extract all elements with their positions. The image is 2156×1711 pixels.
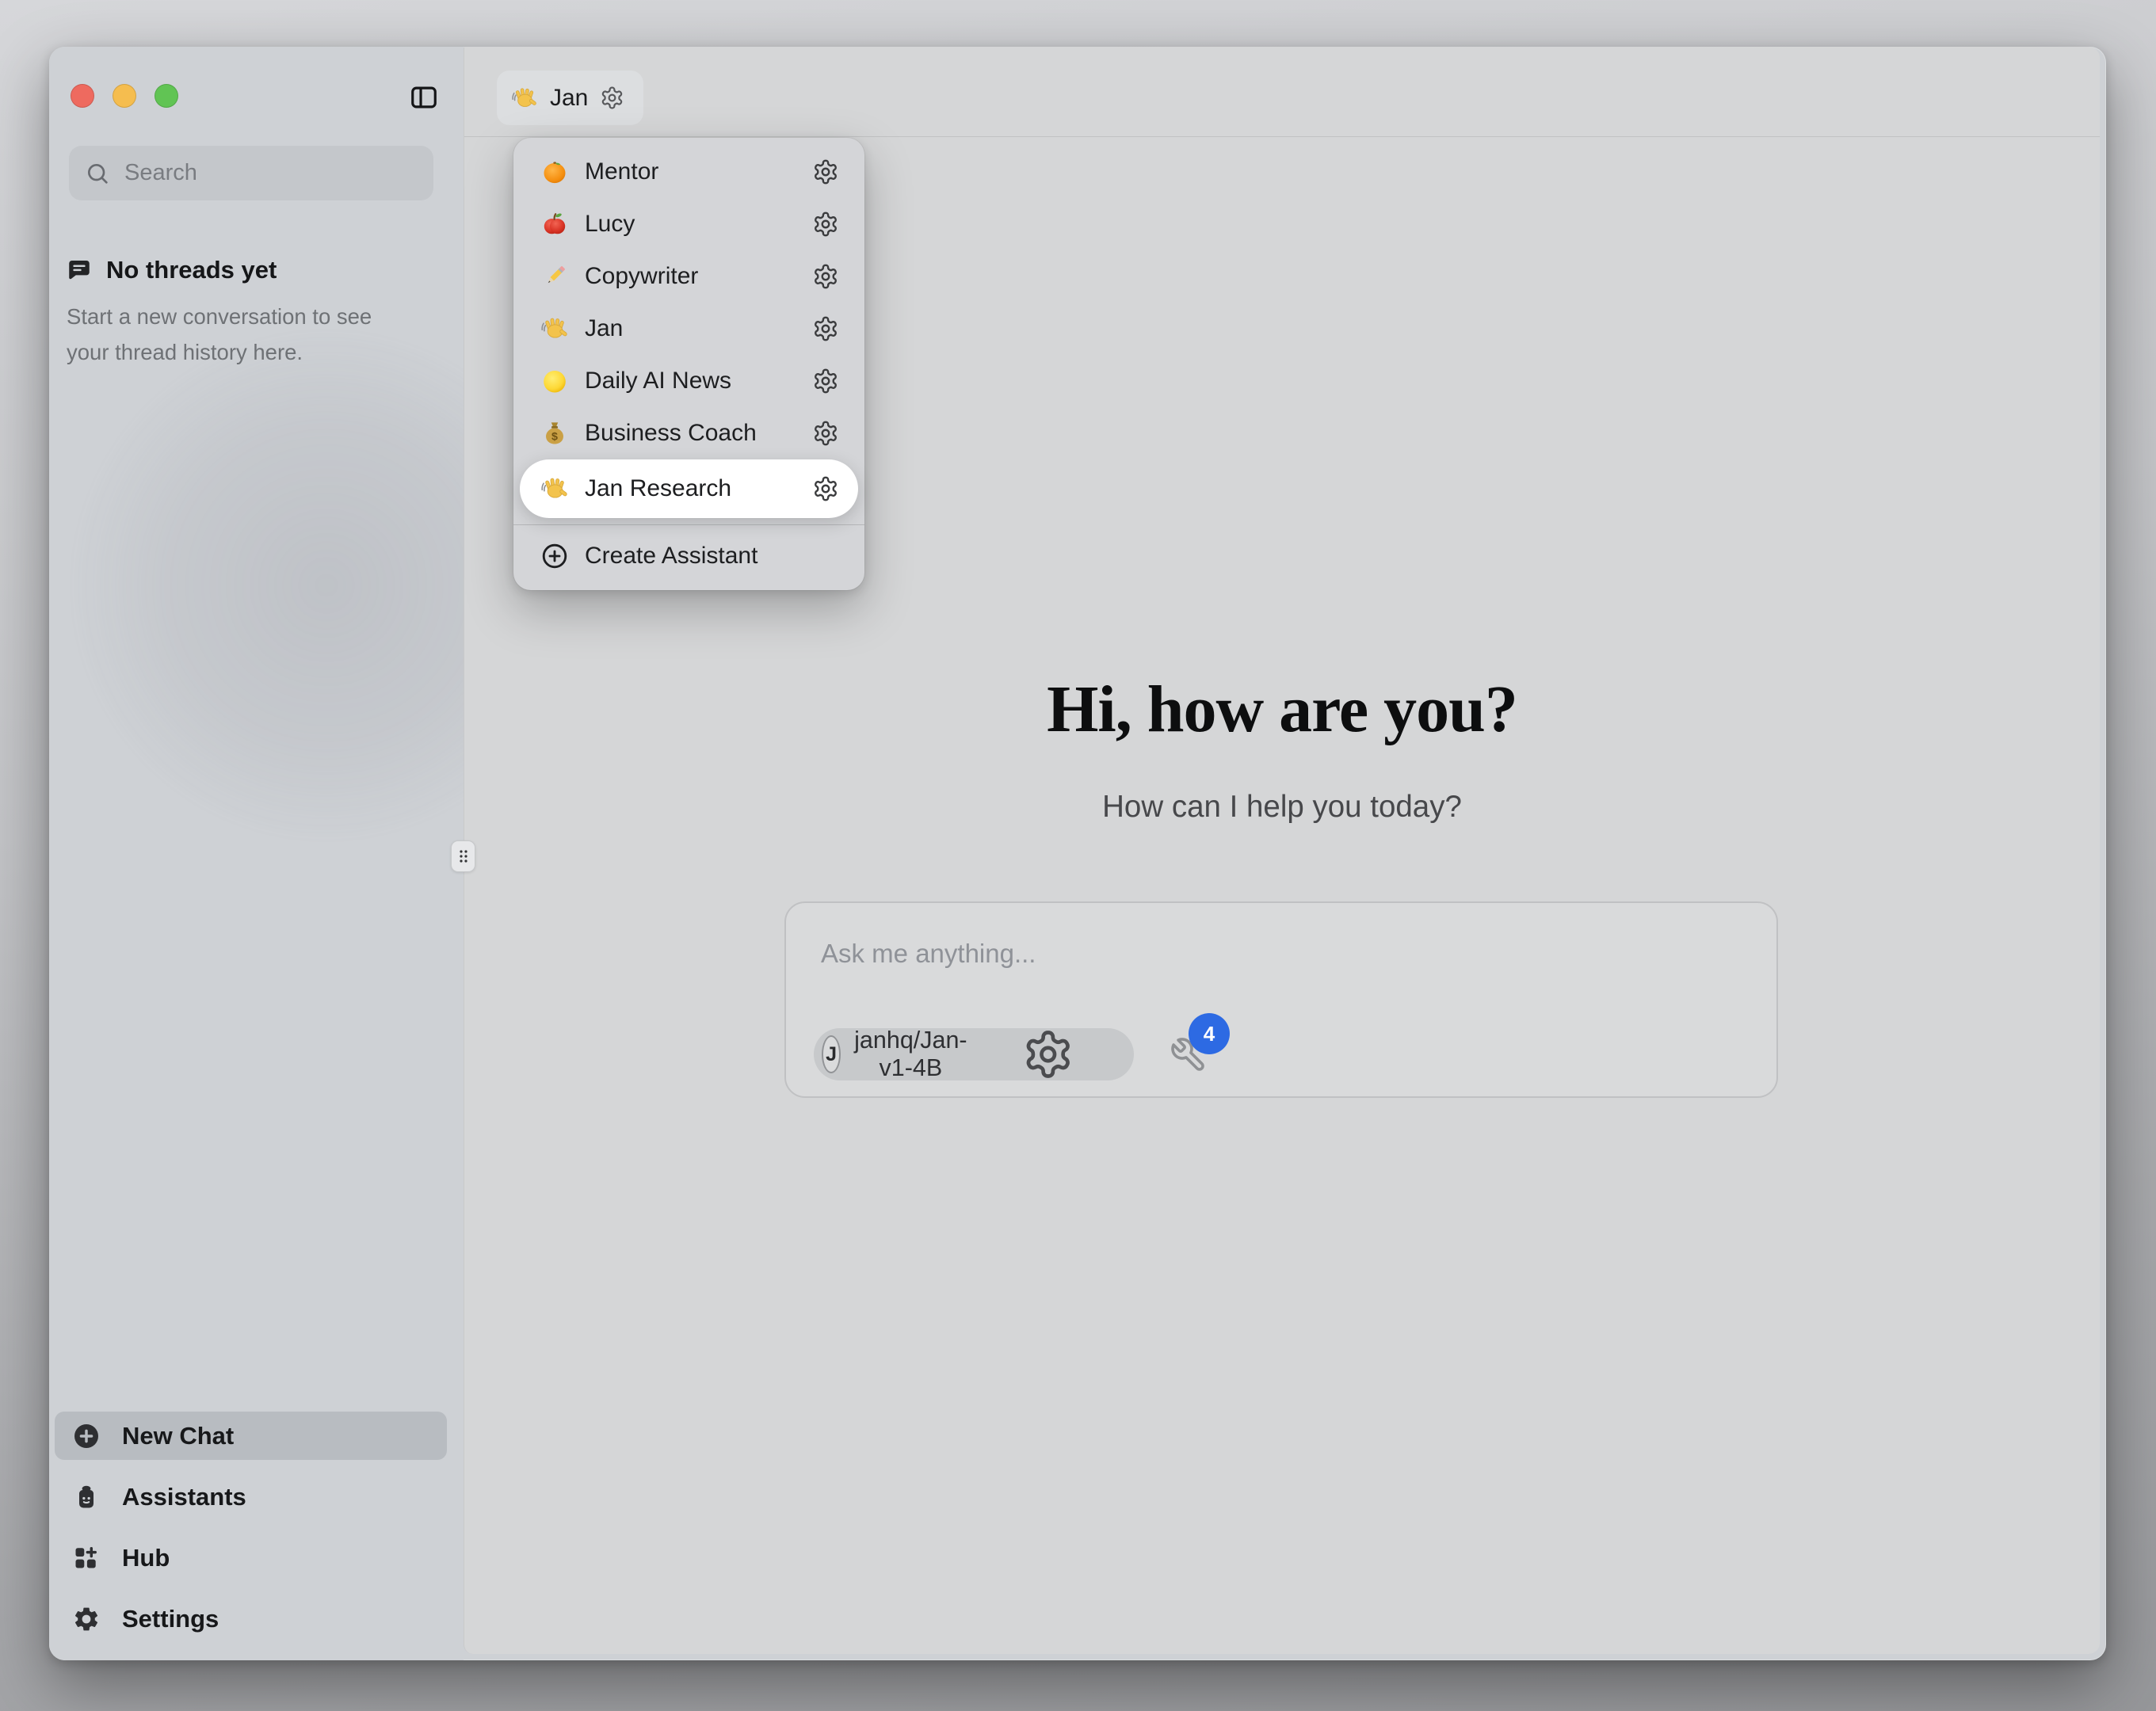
- model-selector-button[interactable]: J janhq/Jan-v1-4B: [814, 1028, 1134, 1080]
- menu-separator: [513, 524, 864, 525]
- assistant-settings-button[interactable]: [812, 211, 839, 238]
- empty-state-description: Start a new conversation to see your thr…: [67, 299, 415, 370]
- search-icon: [85, 161, 110, 186]
- menu-item-label: Create Assistant: [585, 543, 757, 570]
- sidebar-item-assistants[interactable]: Assistants: [55, 1473, 447, 1521]
- wave-emoji: [540, 474, 569, 503]
- plus-circle-icon: [72, 1422, 101, 1450]
- menu-item-business-coach[interactable]: Business Coach: [513, 407, 864, 459]
- nav-label: Settings: [122, 1605, 219, 1633]
- empty-state-header: No threads yet: [66, 256, 277, 284]
- grip-dots-icon: [454, 844, 473, 868]
- greeting-subtitle: How can I help you today?: [464, 790, 2100, 825]
- red-apple-emoji: [540, 210, 569, 238]
- gear-icon: [812, 368, 839, 394]
- assistants-icon: [72, 1483, 101, 1511]
- panel-left-icon: [409, 82, 439, 112]
- gear-icon[interactable]: [600, 86, 624, 110]
- gear-icon: [812, 158, 839, 185]
- gear-icon[interactable]: [981, 1028, 1116, 1080]
- pencil-emoji: [540, 262, 569, 291]
- assistant-selector-label: Jan: [550, 85, 588, 112]
- wave-emoji: [540, 314, 569, 343]
- menu-item-label: Daily AI News: [585, 368, 812, 394]
- assistant-settings-button[interactable]: [812, 368, 839, 394]
- assistant-settings-button[interactable]: [812, 263, 839, 290]
- menu-item-label: Lucy: [585, 211, 812, 238]
- gear-icon: [72, 1605, 101, 1633]
- assistant-dropdown-menu: Mentor Lucy Copywriter Jan: [513, 138, 864, 590]
- sidebar-resize-handle[interactable]: [451, 840, 475, 872]
- menu-item-create-assistant[interactable]: Create Assistant: [513, 530, 864, 582]
- yellow-circle-emoji: [540, 367, 569, 395]
- nav-label: Assistants: [122, 1483, 246, 1511]
- menu-item-label: Jan: [585, 315, 812, 342]
- nav-label: New Chat: [122, 1422, 234, 1450]
- wave-emoji: [511, 85, 538, 112]
- menu-item-copywriter[interactable]: Copywriter: [513, 250, 864, 303]
- tangerine-emoji: [540, 158, 569, 186]
- main-header: Jan: [464, 47, 2100, 137]
- chat-bubble-icon: [66, 257, 93, 284]
- maximize-button[interactable]: [155, 84, 178, 108]
- sidebar: No threads yet Start a new conversation …: [49, 47, 464, 1660]
- menu-item-label: Business Coach: [585, 420, 812, 447]
- menu-item-jan-research[interactable]: Jan Research: [520, 459, 858, 518]
- sidebar-item-hub[interactable]: Hub: [55, 1534, 447, 1582]
- tools-count-badge: 4: [1189, 1013, 1230, 1054]
- money-bag-emoji: [540, 419, 569, 448]
- close-button[interactable]: [71, 84, 94, 108]
- greeting-title: Hi, how are you?: [464, 671, 2100, 748]
- nav-label: Hub: [122, 1544, 170, 1572]
- search-input[interactable]: [123, 159, 425, 187]
- assistant-selector-button[interactable]: Jan: [497, 70, 643, 125]
- model-avatar: J: [822, 1035, 841, 1073]
- sidebar-item-new-chat[interactable]: New Chat: [55, 1412, 447, 1460]
- gear-icon: [812, 263, 839, 290]
- menu-item-lucy[interactable]: Lucy: [513, 198, 864, 250]
- sidebar-nav: New Chat Assistants Hub Settings: [55, 1412, 447, 1643]
- gear-icon: [812, 475, 839, 502]
- gear-icon: [812, 211, 839, 238]
- search-box[interactable]: [69, 146, 433, 200]
- assistant-settings-button[interactable]: [812, 420, 839, 447]
- assistant-settings-button[interactable]: [812, 315, 839, 342]
- model-name: janhq/Jan-v1-4B: [854, 1027, 967, 1082]
- assistant-settings-button[interactable]: [812, 158, 839, 185]
- menu-item-label: Copywriter: [585, 263, 812, 290]
- plus-circle-outline-icon: [540, 542, 569, 570]
- minimize-button[interactable]: [113, 84, 136, 108]
- assistant-settings-button[interactable]: [812, 475, 839, 502]
- chat-input[interactable]: [819, 936, 1723, 971]
- menu-item-label: Jan Research: [585, 475, 812, 502]
- menu-item-mentor[interactable]: Mentor: [513, 146, 864, 198]
- jan-app-window: No threads yet Start a new conversation …: [49, 47, 2106, 1660]
- gear-icon: [812, 420, 839, 447]
- window-controls: [71, 84, 178, 108]
- menu-item-label: Mentor: [585, 158, 812, 185]
- hub-grid-icon: [72, 1544, 101, 1572]
- empty-state-title: No threads yet: [106, 256, 277, 284]
- gear-icon: [812, 315, 839, 342]
- sidebar-toggle-button[interactable]: [409, 82, 439, 112]
- sidebar-item-settings[interactable]: Settings: [55, 1595, 447, 1643]
- main-panel: Jan Mentor Lucy Copywriter: [464, 47, 2100, 1654]
- menu-item-jan[interactable]: Jan: [513, 303, 864, 355]
- desktop-background: No threads yet Start a new conversation …: [0, 0, 2156, 1711]
- chat-composer[interactable]: J janhq/Jan-v1-4B 4: [784, 901, 1778, 1098]
- menu-item-daily-ai-news[interactable]: Daily AI News: [513, 355, 864, 407]
